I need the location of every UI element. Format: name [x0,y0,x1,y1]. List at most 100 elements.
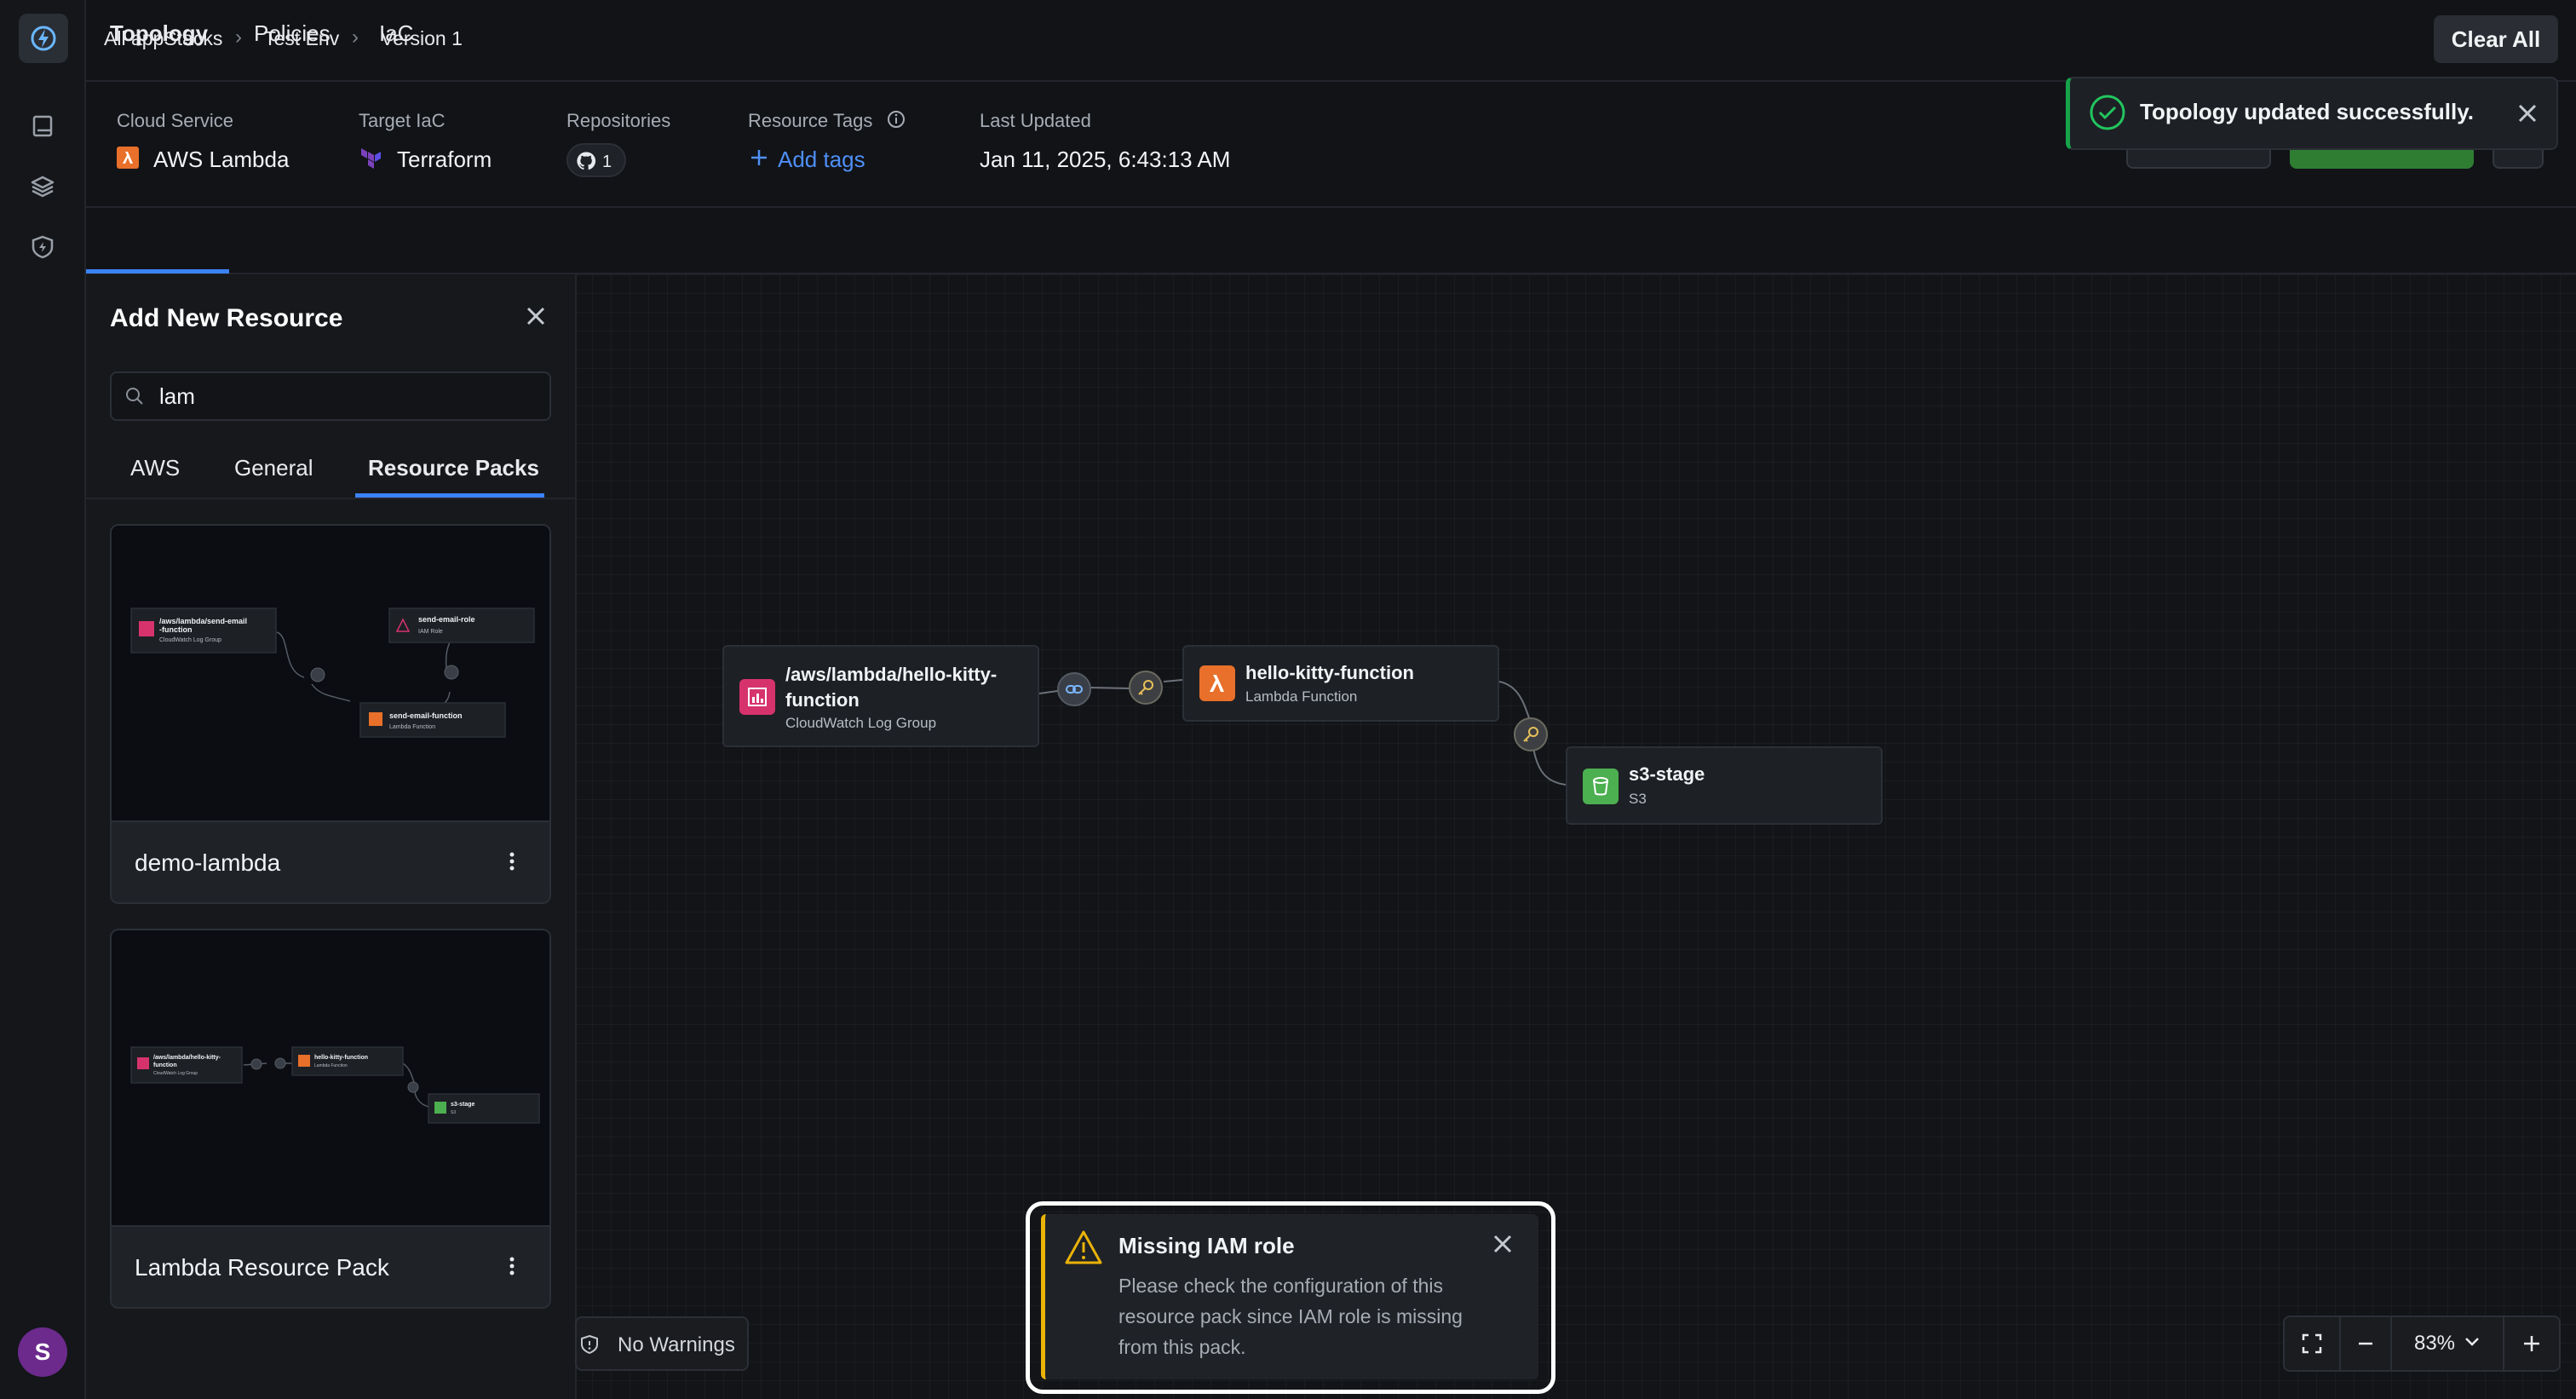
zoom-value: 83% [2413,1332,2456,1355]
tab-topology[interactable]: Topology [110,20,208,47]
key-icon[interactable] [1514,717,1548,751]
github-icon [576,151,596,176]
pack-name: Lambda Resource Pack [135,1254,389,1281]
target-iac-value: Terraform [397,147,492,172]
node-title-line1: /aws/lambda/hello-kitty- [785,664,998,685]
zoom-in-icon[interactable] [2504,1317,2559,1370]
resource-search-box[interactable] [110,371,551,421]
preview-node-title: send-email-role [418,615,475,624]
fit-view-icon[interactable] [2285,1317,2341,1370]
pack-preview-diagram: /aws/lambda/hello-kitty- function CloudW… [130,1046,540,1124]
book-icon[interactable] [26,109,60,143]
resource-pack-card[interactable]: /aws/lambda/send-email -function CloudWa… [110,524,551,904]
repositories-label: Repositories [566,110,671,131]
node-subtitle: CloudWatch Log Group [785,715,937,731]
pack-name: demo-lambda [135,849,281,876]
missing-iam-warning: Missing IAM role Please check the config… [1041,1214,1538,1379]
preview-node-subtitle: S3 [451,1110,456,1115]
kebab-menu-icon[interactable] [495,1247,529,1285]
preview-node-title: s3-stage [451,1102,475,1108]
cloud-service-label: Cloud Service [117,110,233,131]
preview-node-subtitle: CloudWatch Log Group [153,1071,198,1076]
s3-bucket-icon [1583,769,1619,804]
user-avatar[interactable]: S [18,1327,67,1377]
breadcrumb-separator-icon: › [352,26,359,49]
pack-footer: demo-lambda [112,820,549,902]
node-title: hello-kitty-function [1245,662,1414,683]
preview-node-subtitle: Lambda Function [314,1063,348,1068]
zoom-level-select[interactable]: 83% [2392,1317,2504,1370]
success-toast: Topology updated successfully. [2066,77,2558,150]
preview-node-subtitle: IAM Role [418,629,443,635]
subtab-aws[interactable]: AWS [130,455,180,481]
close-icon[interactable] [1492,1233,1514,1259]
link-icon[interactable] [1057,672,1091,706]
layers-icon[interactable] [26,170,60,204]
repositories-badge[interactable]: 1 [566,143,626,177]
zoom-controls: 83% [2283,1316,2561,1372]
resource-pack-card[interactable]: /aws/lambda/hello-kitty- function CloudW… [110,929,551,1309]
warning-body: Please check the configuration of this r… [1118,1275,1463,1358]
pack-preview: /aws/lambda/send-email -function CloudWa… [112,526,549,820]
topology-node-cloudwatch[interactable]: /aws/lambda/hello-kitty- function CloudW… [722,645,1039,747]
preview-node-title: send-email-function [389,711,463,720]
aws-lambda-icon [117,147,139,169]
warning-triangle-icon [1064,1229,1103,1269]
preview-node-title: /aws/lambda/hello-kitty- [153,1055,221,1061]
search-icon [124,385,146,412]
plus-icon[interactable] [748,147,770,173]
topology-node-s3[interactable]: s3-stage S3 [1566,746,1883,825]
left-rail: S [0,0,86,1399]
app-logo-icon[interactable] [19,14,68,63]
resource-tags-label: Resource Tags [748,110,873,131]
toast-message: Topology updated successfully. [2140,99,2474,124]
tabs-bar [86,208,2576,274]
preview-node-title: hello-kitty-function [314,1055,368,1061]
close-icon[interactable] [524,304,548,332]
pack-preview: /aws/lambda/hello-kitty- function CloudW… [112,930,549,1225]
search-input[interactable] [159,373,534,419]
warning-title: Missing IAM role [1118,1233,1295,1258]
node-subtitle: S3 [1629,791,1647,807]
subtab-resource-packs[interactable]: Resource Packs [368,455,539,481]
subtab-divider [86,498,577,499]
pack-footer: Lambda Resource Pack [112,1225,549,1307]
clear-all-button[interactable]: Clear All [2434,15,2558,63]
last-updated-value: Jan 11, 2025, 6:43:13 AM [980,147,1231,172]
preview-node-title: /aws/lambda/send-email [159,617,247,625]
preview-node-subtitle: Lambda Function [389,724,435,730]
terraform-icon [359,146,382,170]
pack-preview-diagram: /aws/lambda/send-email -function CloudWa… [130,607,535,738]
preview-node-subtitle: CloudWatch Log Group [159,637,221,643]
info-icon[interactable] [886,109,906,134]
check-circle-icon [2089,94,2126,135]
subtab-general[interactable]: General [234,455,313,481]
warnings-text: No Warnings [618,1333,735,1356]
shield-icon [578,1333,601,1360]
add-tags-link[interactable]: Add tags [778,147,865,173]
lambda-icon [1199,665,1235,701]
breadcrumb-separator-icon: › [235,26,242,49]
warnings-indicator[interactable]: No Warnings [575,1316,749,1371]
last-updated-label: Last Updated [980,110,1091,131]
kebab-menu-icon[interactable] [495,843,529,880]
node-title: s3-stage [1629,763,1705,785]
shield-bolt-icon[interactable] [26,230,60,264]
close-icon[interactable] [2516,102,2539,129]
topology-node-lambda[interactable]: hello-kitty-function Lambda Function [1182,645,1499,722]
tab-policies[interactable]: Policies [254,20,331,47]
preview-node-title: -function [159,625,193,634]
zoom-out-icon[interactable] [2341,1317,2392,1370]
preview-node-title: function [153,1062,177,1068]
node-subtitle: Lambda Function [1245,688,1358,705]
node-title-line2: function [785,689,860,711]
cloudwatch-icon [739,679,775,715]
key-icon[interactable] [1129,671,1163,705]
panel-title: Add New Resource [110,304,343,332]
active-tab-indicator [86,269,229,273]
tab-iac[interactable]: IaC [379,20,413,47]
chevron-down-icon [2464,1336,2481,1352]
repositories-count: 1 [602,153,612,171]
target-iac-label: Target IaC [359,110,446,131]
cloud-service-value: AWS Lambda [153,147,290,172]
